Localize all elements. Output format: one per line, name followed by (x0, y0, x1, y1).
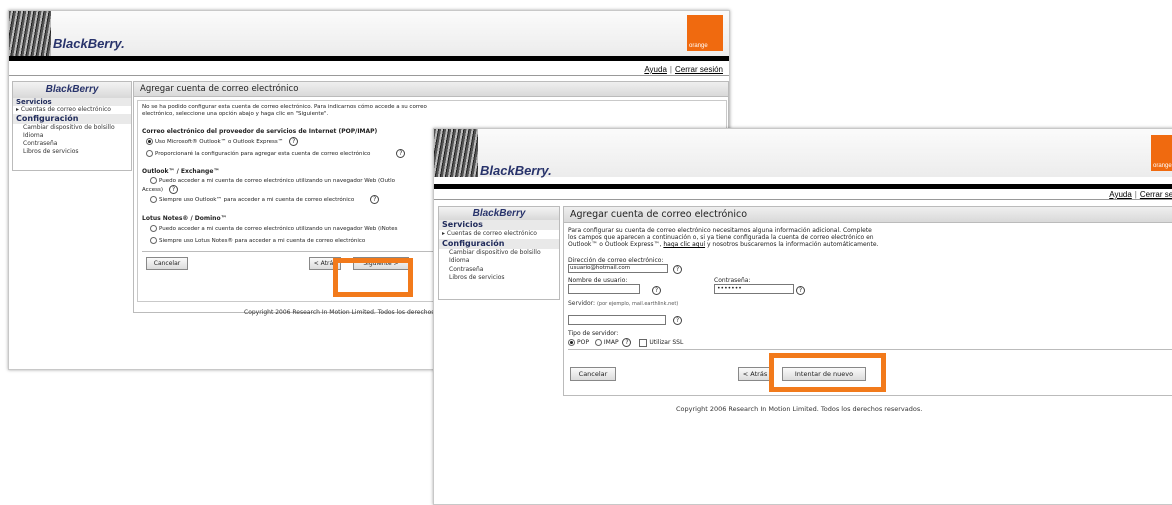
help-icon: ? (370, 195, 380, 204)
lotus-heading: Lotus Notes® / Domino™ (142, 215, 227, 222)
page-title: Agregar cuenta de correo electrónico (134, 82, 728, 97)
copyright: Copyright 2006 Research In Motion Limite… (676, 405, 923, 413)
blackberry-logo: BlackBerry. (480, 163, 552, 178)
top-links: Ayuda|Cerrar sesi (1109, 190, 1172, 199)
sidebar: BlackBerry Servicios ▸ Cuentas de correo… (438, 206, 560, 300)
sidebar-section-services: Servicios (439, 220, 559, 230)
highlight-retry (769, 353, 886, 392)
help-link[interactable]: Ayuda (1109, 190, 1132, 199)
page-title: Agregar cuenta de correo electrónico (564, 207, 1172, 223)
header-banner: BlackBerry. orange (9, 11, 729, 56)
help-icon[interactable]: ? (673, 316, 682, 325)
header-divider (9, 56, 729, 61)
sidebar-section-config: Configuración (439, 238, 559, 249)
cancel-button[interactable]: Cancelar (570, 367, 616, 381)
option-lotus-notes[interactable]: Siempre uso Lotus Notes® para acceder a … (150, 237, 365, 244)
header-banner: BlackBerry. orange (434, 129, 1172, 178)
orange-logo: orange (1151, 135, 1172, 171)
help-icon[interactable]: ? (652, 286, 661, 295)
option-manual[interactable]: Proporcionaré la configuración para agre… (146, 149, 406, 158)
server-type-label: Tipo de servidor: (568, 330, 619, 337)
password-label: Contraseña: (714, 277, 751, 284)
copyright: Copyright 2006 Research In Motion Limite… (244, 309, 435, 316)
logout-link[interactable]: Cerrar sesi (1140, 190, 1172, 199)
email-field[interactable]: usuario@hotmail.com (568, 264, 668, 273)
highlight-next (333, 258, 413, 297)
help-link[interactable]: Ayuda (644, 65, 667, 74)
sidebar-section-config: Configuración (13, 114, 131, 124)
logout-link[interactable]: Cerrar sesión (675, 65, 723, 74)
sidebar-item-device[interactable]: Cambiar dispositivo de bolsillo (439, 249, 559, 258)
username-label: Nombre de usuario: (568, 277, 628, 284)
username-field[interactable] (568, 284, 640, 294)
back-button[interactable]: < Atrás (738, 367, 772, 381)
header-divider (434, 184, 1172, 189)
sidebar-logo: BlackBerry (13, 82, 131, 98)
sidebar-item-service-books[interactable]: Libros de servicios (13, 148, 131, 156)
sidebar: BlackBerry Servicios ▸ Cuentas de correo… (12, 81, 132, 171)
exchange-heading: Outlook™ / Exchange™ (142, 168, 220, 175)
radio-imap[interactable]: IMAP (594, 339, 619, 346)
option-outlook[interactable]: Uso Microsoft® Outlook™ o Outlook Expres… (146, 137, 299, 146)
sidebar-item-password[interactable]: Contraseña (13, 140, 131, 148)
option-owa[interactable]: Puedo acceder a mi cuenta de correo elec… (150, 177, 395, 184)
server-type-options: POP IMAP ? Utilizar SSL (568, 338, 683, 347)
sidebar-item-service-books[interactable]: Libros de servicios (439, 274, 559, 283)
sidebar-item-language[interactable]: Idioma (439, 257, 559, 266)
sidebar-logo: BlackBerry (439, 207, 559, 220)
password-field[interactable]: ••••••• (714, 284, 794, 294)
option-inotes[interactable]: Puedo acceder a mi cuenta de correo elec… (150, 225, 398, 232)
help-icon: ? (289, 137, 299, 146)
help-icon: ? (168, 185, 178, 194)
ssl-checkbox[interactable]: Utilizar SSL (639, 338, 683, 347)
sidebar-item-accounts[interactable]: ▸ Cuentas de correo electrónico (439, 230, 559, 239)
sidebar-item-password[interactable]: Contraseña (439, 266, 559, 275)
header-photo (434, 129, 478, 177)
option-outlook-exchange[interactable]: Siempre uso Outlook™ para acceder a mi c… (150, 195, 380, 204)
sidebar-item-device[interactable]: Cambiar dispositivo de bolsillo (13, 124, 131, 132)
help-icon[interactable]: ? (796, 286, 805, 295)
header-photo (9, 11, 51, 56)
radio-pop[interactable]: POP (568, 339, 589, 346)
isp-heading: Correo electrónico del proveedor de serv… (142, 128, 378, 135)
sidebar-section-services: Servicios (13, 98, 131, 106)
cancel-button[interactable]: Cancelar (146, 257, 188, 270)
help-icon: ? (396, 149, 406, 158)
help-icon[interactable]: ? (673, 265, 682, 274)
server-field[interactable] (568, 315, 666, 325)
server-label: Servidor: (por ejemplo, mail.earthlink.n… (568, 300, 679, 307)
top-links: Ayuda | Cerrar sesión (644, 65, 723, 74)
email-label: Dirección de correo electrónico: (568, 257, 664, 264)
sidebar-item-language[interactable]: Idioma (13, 132, 131, 140)
sidebar-item-accounts[interactable]: ▸ Cuentas de correo electrónico (13, 106, 131, 114)
blackberry-logo: BlackBerry. (53, 36, 125, 51)
orange-logo: orange (687, 15, 723, 51)
click-here-link[interactable]: haga clic aquí (663, 241, 705, 248)
help-icon[interactable]: ? (622, 338, 632, 347)
window-account-details: BlackBerry. orange Ayuda|Cerrar sesi Bla… (433, 128, 1172, 505)
